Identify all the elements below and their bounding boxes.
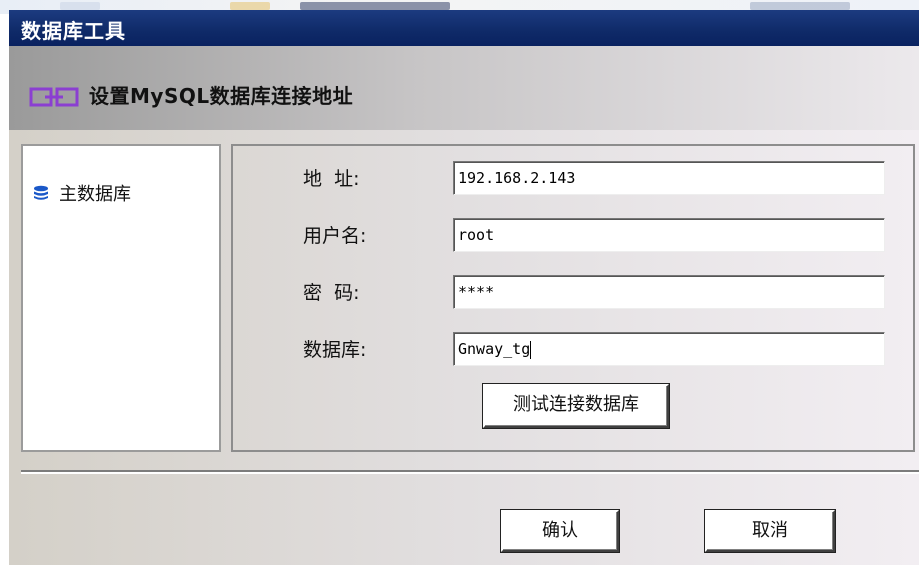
username-input[interactable]: root [453,218,885,252]
database-value: Gnway_tg [458,340,531,358]
title-bar[interactable]: 数据库工具 [9,10,919,46]
database-label: 数据库: [303,339,367,361]
footer-separator [21,470,919,474]
password-input[interactable]: **** [453,275,885,309]
connection-form: 地 址: 192.168.2.143 用户名: root 密 码: **** 数… [231,144,915,452]
dialog-header: 设置MySQL数据库连接地址 [9,46,919,130]
dialog-content: 主数据库 地 址: 192.168.2.143 用户名: root 密 码: *… [9,130,919,565]
address-value: 192.168.2.143 [458,169,576,187]
password-label: 密 码: [303,282,360,304]
list-item-main-database[interactable]: 主数据库 [33,180,131,206]
database-tool-window: 数据库工具 设置MySQL数据库连接地址 主数据库 地 址: 192.168.2 [9,10,919,565]
text-cursor [530,340,532,359]
ok-button[interactable]: 确认 [501,510,619,552]
password-value: **** [458,283,495,301]
address-input[interactable]: 192.168.2.143 [453,161,885,195]
database-input[interactable]: Gnway_tg [453,332,885,366]
link-icon [29,87,79,107]
cancel-button[interactable]: 取消 [705,510,835,552]
address-label: 地 址: [303,168,360,190]
username-value: root [458,226,495,244]
username-label: 用户名: [303,225,367,247]
test-connection-button[interactable]: 测试连接数据库 [483,384,669,428]
header-title: 设置MySQL数据库连接地址 [89,84,354,108]
database-list: 主数据库 [21,144,221,452]
database-icon [34,185,48,200]
window-title: 数据库工具 [21,19,126,43]
list-item-label: 主数据库 [59,184,131,205]
